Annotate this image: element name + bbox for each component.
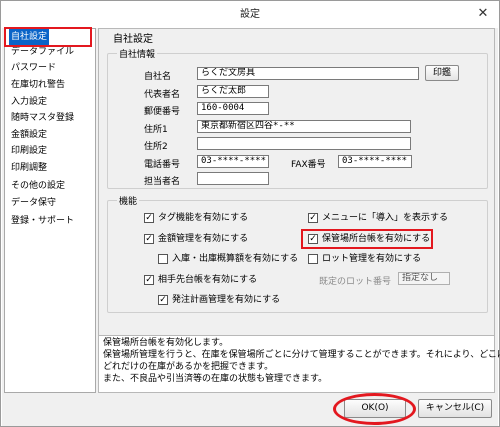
sidebar-item-master-register[interactable]: 随時マスタ登録 (9, 110, 76, 127)
sidebar-item-password[interactable]: パスワード (9, 60, 58, 77)
cancel-button[interactable]: キャンセル(C) (418, 399, 492, 418)
highlight-sidebar-selection (4, 27, 92, 47)
sidebar-item-stock-alert[interactable]: 在庫切れ警告 (9, 77, 67, 94)
description-line: 保管場所台帳を有効化します。 (103, 338, 229, 348)
close-icon[interactable]: ✕ (475, 6, 491, 22)
company-name-field[interactable]: らくだ文房具 (197, 67, 419, 80)
address2-label: 住所2 (144, 142, 168, 152)
address1-field[interactable]: 東京都新宿区四谷*-** (197, 120, 411, 133)
representative-field[interactable]: らくだ太郎 (197, 85, 269, 98)
description-box: 保管場所台帳を有効化します。 保管場所管理を行うと、在庫を保管場所ごとに分けて管… (98, 335, 500, 393)
sidebar-item-print[interactable]: 印刷設定 (9, 143, 49, 160)
checkmark-icon: ✓ (308, 212, 318, 223)
sidebar-item-maintenance[interactable]: データ保守 (9, 195, 58, 212)
description-line: どれだけの在庫があるかを把握できます。 (103, 362, 274, 372)
lot-number-field[interactable]: 指定なし (398, 272, 450, 285)
amount-checkbox[interactable]: ✓ 金額管理を有効にする (144, 233, 248, 246)
lot-number-label: 既定のロット番号 (319, 277, 392, 287)
checkmark-icon: ✓ (144, 274, 154, 285)
postal-code-label: 郵便番号 (144, 107, 181, 117)
in-out-estimate-checkbox[interactable]: 入庫・出庫概算額を有効にする (158, 253, 298, 266)
company-name-label: 自社名 (144, 72, 172, 82)
window-title: 設定 (240, 9, 260, 20)
phone-field[interactable]: 03-****-**** (197, 155, 269, 168)
company-info-group-label: 自社情報 (117, 47, 158, 60)
contact-field[interactable] (197, 172, 269, 185)
checkmark-icon: ✓ (158, 294, 168, 305)
sidebar-item-input[interactable]: 入力設定 (9, 94, 49, 111)
checkmark-icon: ✓ (144, 212, 154, 223)
highlight-storage-ledger (301, 229, 433, 249)
fax-label: FAX番号 (291, 160, 326, 170)
settings-dialog: 設定 ✕ 自社設定 データファイル パスワード 在庫切れ警告 入力設定 随時マス… (0, 0, 500, 427)
contact-label: 担当者名 (144, 177, 181, 187)
features-group-label: 機能 (117, 194, 140, 207)
postal-code-field[interactable]: 160-0004 (197, 102, 269, 115)
sidebar-item-support[interactable]: 登録・サポート (9, 213, 76, 230)
sidebar-item-print-adjust[interactable]: 印刷調整 (9, 160, 49, 177)
representative-label: 代表者名 (144, 90, 181, 100)
tag-checkbox[interactable]: ✓ タグ機能を有効にする (144, 212, 248, 225)
order-plan-checkbox[interactable]: ✓ 発注計画管理を有効にする (158, 294, 280, 307)
checkmark-icon: ✓ (144, 233, 154, 244)
fax-field[interactable]: 03-****-**** (338, 155, 412, 168)
seal-button[interactable]: 印鑑 (425, 65, 459, 81)
highlight-ok-button (333, 393, 416, 425)
sidebar-item-amount[interactable]: 金額設定 (9, 127, 49, 144)
title-bar: 設定 ✕ (1, 1, 499, 28)
description-line: また、不良品や引当済等の在庫の状態も管理できます。 (103, 374, 328, 384)
partner-ledger-checkbox[interactable]: ✓ 相手先台帳を有効にする (144, 274, 257, 287)
address1-label: 住所1 (144, 125, 168, 135)
settings-sidebar: 自社設定 データファイル パスワード 在庫切れ警告 入力設定 随時マスタ登録 金… (4, 28, 96, 393)
sidebar-item-other[interactable]: その他の設定 (9, 178, 67, 195)
phone-label: 電話番号 (144, 160, 181, 170)
description-line: 保管場所管理を行うと、在庫を保管場所ごとに分けて管理することができます。それによ… (103, 350, 500, 360)
lot-checkbox[interactable]: ロット管理を有効にする (308, 253, 421, 266)
menu-intro-checkbox[interactable]: ✓ メニューに「導入」を表示する (308, 212, 448, 225)
address2-field[interactable] (197, 137, 411, 150)
panel-title: 自社設定 (113, 34, 153, 45)
